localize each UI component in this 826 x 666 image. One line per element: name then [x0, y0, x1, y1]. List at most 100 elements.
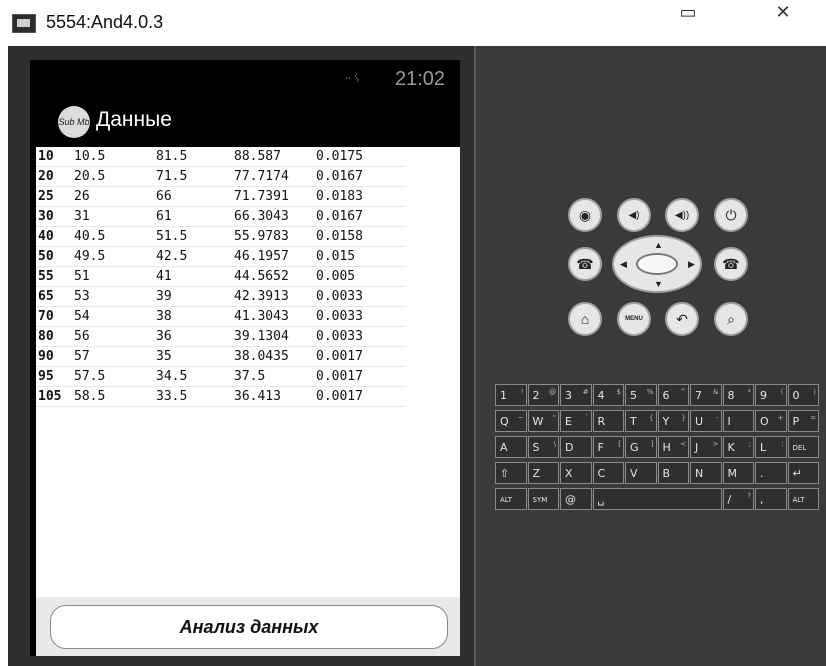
keyboard-key[interactable]: P =	[787, 410, 819, 432]
keyboard-key[interactable]: ␣	[592, 488, 722, 510]
app-window-icon	[12, 14, 36, 33]
table-cell: 56	[74, 326, 156, 347]
call-icon[interactable]: ☎	[568, 247, 602, 281]
keyboard-key[interactable]: D	[560, 436, 592, 458]
key-label: N	[695, 467, 704, 480]
table-row: 80 56 36 39.1304 0.0033	[36, 326, 406, 347]
keyboard-key[interactable]: S \	[527, 436, 559, 458]
table-cell: 81.5	[156, 147, 234, 167]
table-cell: 80	[36, 326, 74, 347]
key-alt-label: $	[616, 388, 621, 396]
table-cell: 34.5	[156, 366, 234, 387]
keyboard-key[interactable]: 5%	[625, 384, 657, 406]
keyboard-key[interactable]: DEL	[787, 436, 819, 458]
keyboard-key[interactable]: M	[722, 462, 754, 484]
keyboard-key[interactable]: V	[625, 462, 657, 484]
key-label: I	[727, 415, 731, 428]
table-cell: 66	[156, 186, 234, 207]
keyboard-key[interactable]: ⇧	[495, 462, 527, 484]
keyboard-key[interactable]: 6 ^	[657, 384, 689, 406]
table-row: 25 26 66 71.7391 0.0183	[36, 186, 406, 207]
keyboard-key[interactable]: 4 $	[592, 384, 624, 406]
back-icon[interactable]: ↶	[665, 302, 699, 336]
keyboard-key[interactable]: L:	[755, 436, 787, 458]
table-cell: 10.5	[74, 147, 156, 167]
keyboard-key[interactable]: 9(	[755, 384, 787, 406]
dpad-down-icon[interactable]: ▼	[654, 279, 663, 289]
keyboard-key[interactable]: T{	[625, 410, 657, 432]
keyboard-key[interactable]: 1!	[495, 384, 527, 406]
keyboard-key[interactable]: U-	[690, 410, 722, 432]
keyboard-key[interactable]: F[	[592, 436, 624, 458]
table-cell: 0.0175	[316, 147, 406, 167]
menu-button[interactable]: MENU	[617, 302, 651, 336]
keyboard-key[interactable]: B	[657, 462, 689, 484]
dpad-center[interactable]	[636, 253, 678, 275]
close-button[interactable]: ✕	[766, 3, 800, 23]
keyboard-key[interactable]: 8 *	[722, 384, 754, 406]
keyboard-key[interactable]: .	[755, 462, 787, 484]
keyboard-key[interactable]: J >	[690, 436, 722, 458]
table-cell: 46.1957	[234, 246, 316, 267]
search-icon[interactable]: ⌕	[714, 302, 748, 336]
key-label: 0	[792, 389, 800, 402]
key-label: ALT	[500, 496, 513, 504]
window-title: 5554:And4.0.3	[46, 12, 164, 32]
keyboard-key[interactable]: Z	[527, 462, 559, 484]
key-label: Q	[500, 415, 509, 428]
keyboard-key[interactable]: H <	[657, 436, 689, 458]
table-cell: 65	[36, 286, 74, 307]
keyboard-key[interactable]: @	[560, 488, 592, 510]
keyboard-key[interactable]: X	[560, 462, 592, 484]
keyboard-key[interactable]: ↵	[787, 462, 819, 484]
keyboard-key[interactable]: O +	[755, 410, 787, 432]
app-logo-icon: Sub Mb	[58, 106, 90, 138]
dpad[interactable]: ▲ ▼ ◀ ▶	[612, 235, 702, 293]
minimize-button[interactable]: ▭	[663, 3, 713, 23]
keyboard-key[interactable]: G]	[625, 436, 657, 458]
status-icons: ᐧᐧ ᛊ	[345, 73, 361, 85]
volume-up-icon[interactable]: ◀))	[665, 198, 699, 232]
table-cell: 25	[36, 186, 74, 207]
keyboard-key[interactable]: N	[690, 462, 722, 484]
keyboard-key[interactable]: I	[722, 410, 754, 432]
keyboard-key[interactable]: W "	[527, 410, 559, 432]
keyboard-key[interactable]: A	[495, 436, 527, 458]
end-call-icon[interactable]: ☎	[714, 247, 748, 281]
table-cell: 0.0017	[316, 346, 406, 367]
keyboard-key[interactable]: Y}	[657, 410, 689, 432]
key-label: /	[727, 493, 732, 506]
power-icon[interactable]: ⏻	[714, 198, 748, 232]
keyboard-key[interactable]: ,	[755, 488, 787, 510]
keyboard-key[interactable]: K;	[722, 436, 754, 458]
dpad-up-icon[interactable]: ▲	[654, 240, 663, 250]
table-cell: 39	[156, 286, 234, 307]
dpad-left-icon[interactable]: ◀	[620, 259, 627, 270]
keyboard-key[interactable]: 0)	[787, 384, 819, 406]
keyboard-key[interactable]: ALT	[787, 488, 819, 510]
home-icon[interactable]: ⌂	[568, 302, 602, 336]
keyboard-key[interactable]: /?	[722, 488, 754, 510]
action-bar-title: Данные	[96, 108, 172, 131]
camera-icon[interactable]: ◉	[568, 198, 602, 232]
keyboard-key[interactable]: ALT	[495, 488, 527, 510]
keyboard-key[interactable]: 2 @	[527, 384, 559, 406]
key-label: 4	[597, 389, 605, 402]
dpad-right-icon[interactable]: ▶	[688, 259, 695, 270]
key-alt-label: <	[680, 440, 686, 448]
table-cell: 88.587	[234, 147, 316, 167]
keyboard-key[interactable]: E `	[560, 410, 592, 432]
analyze-data-button[interactable]: Анализ данных	[50, 605, 448, 649]
keyboard-key[interactable]: C	[592, 462, 624, 484]
keyboard-key[interactable]: 7 &	[690, 384, 722, 406]
table-cell: 0.0167	[316, 206, 406, 227]
keyboard-key[interactable]: R	[592, 410, 624, 432]
keyboard-key[interactable]: Q ~	[495, 410, 527, 432]
table-cell: 0.015	[316, 246, 406, 267]
keyboard-key[interactable]: 3 #	[560, 384, 592, 406]
key-label: W	[532, 415, 544, 428]
key-label: J	[695, 441, 699, 454]
volume-down-icon[interactable]: ◀)	[617, 198, 651, 232]
table-cell: 66.3043	[234, 206, 316, 227]
keyboard-key[interactable]: SYM	[527, 488, 559, 510]
